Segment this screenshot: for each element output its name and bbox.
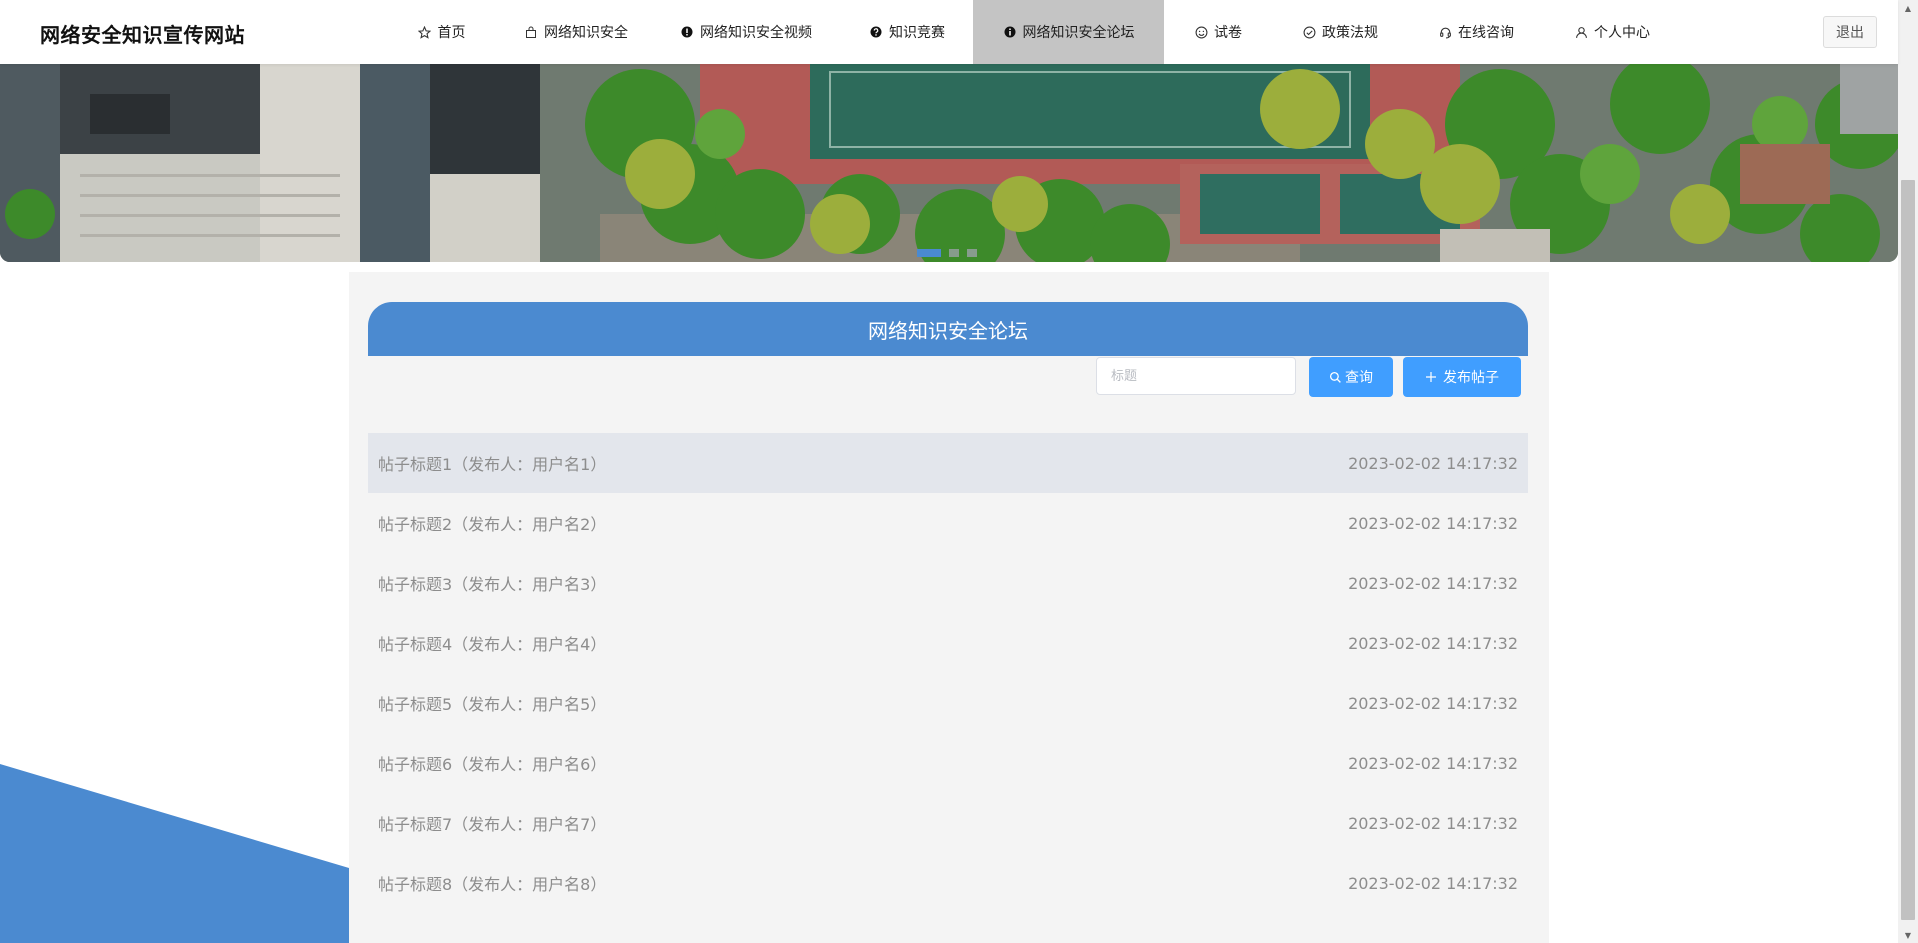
search-title-input[interactable] (1096, 357, 1296, 395)
list-item[interactable]: 帖子标题2（发布人：用户名2） 2023-02-02 14:17:32 (368, 493, 1528, 553)
list-item[interactable]: 帖子标题1（发布人：用户名1） 2023-02-02 14:17:32 (368, 433, 1528, 493)
search-button-label: 查询 (1345, 370, 1373, 386)
nav-item-label: 政策法规 (1322, 25, 1378, 41)
nav-item-policies[interactable]: 政策法规 (1272, 0, 1408, 64)
top-navigation-bar: 网络安全知识宣传网站 首页 网络知识安全 网络知识安全视频 知识竞赛 网络知识安… (0, 0, 1898, 64)
main-nav: 首页 网络知识安全 网络知识安全视频 知识竞赛 网络知识安全论坛 试卷 政策法规 (382, 0, 1680, 64)
nav-item-home[interactable]: 首页 (382, 0, 501, 64)
post-time: 2023-02-02 14:17:32 (1348, 753, 1518, 773)
publish-post-button[interactable]: 发布帖子 (1403, 357, 1521, 397)
post-time: 2023-02-02 14:17:32 (1348, 453, 1518, 473)
question-icon (869, 25, 883, 39)
nav-item-label: 知识竞赛 (889, 25, 945, 41)
nav-item-label: 在线咨询 (1458, 25, 1514, 41)
forum-panel: 网络知识安全论坛 查询 发布帖子 帖子标题1（发布人：用户名1） 2023-02-… (349, 272, 1549, 943)
decorative-triangle (0, 764, 349, 943)
carousel-dot-1[interactable] (917, 249, 941, 257)
nav-item-security-videos[interactable]: 网络知识安全视频 (651, 0, 841, 64)
user-icon (1574, 25, 1588, 39)
banner-carousel[interactable] (0, 64, 1898, 262)
list-item[interactable]: 帖子标题8（发布人：用户名8） 2023-02-02 14:17:32 (368, 853, 1528, 913)
post-time: 2023-02-02 14:17:32 (1348, 873, 1518, 893)
list-item[interactable]: 帖子标题6（发布人：用户名6） 2023-02-02 14:17:32 (368, 733, 1528, 793)
bag-icon (524, 25, 538, 39)
nav-item-label: 网络知识安全 (544, 25, 628, 41)
nav-item-profile[interactable]: 个人中心 (1544, 0, 1680, 64)
nav-item-label: 网络知识安全视频 (700, 25, 812, 41)
check-circle-icon (1302, 25, 1316, 39)
list-item[interactable]: 帖子标题7（发布人：用户名7） 2023-02-02 14:17:32 (368, 793, 1528, 853)
publish-post-button-label: 发布帖子 (1443, 370, 1499, 386)
post-time: 2023-02-02 14:17:32 (1348, 693, 1518, 713)
list-item[interactable]: 帖子标题4（发布人：用户名4） 2023-02-02 14:17:32 (368, 613, 1528, 673)
post-title: 帖子标题8（发布人：用户名8） (378, 875, 607, 894)
post-title: 帖子标题4（发布人：用户名4） (378, 635, 607, 654)
carousel-indicators (917, 249, 977, 257)
post-title: 帖子标题2（发布人：用户名2） (378, 515, 607, 534)
nav-item-consult[interactable]: 在线咨询 (1408, 0, 1544, 64)
nav-item-label: 个人中心 (1594, 25, 1650, 41)
nav-item-security-knowledge[interactable]: 网络知识安全 (501, 0, 651, 64)
search-icon (1329, 371, 1342, 384)
scrollbar-thumb[interactable] (1901, 180, 1915, 920)
headset-icon (1438, 25, 1452, 39)
smile-icon (1194, 25, 1208, 39)
site-title[interactable]: 网络安全知识宣传网站 (40, 19, 245, 48)
forum-heading: 网络知识安全论坛 (368, 302, 1528, 356)
plus-icon (1425, 371, 1437, 383)
scroll-up-arrow-icon[interactable]: ▲ (1898, 0, 1918, 16)
banner-image (0, 64, 1898, 262)
nav-item-quiz[interactable]: 知识竞赛 (841, 0, 973, 64)
exclamation-icon (680, 25, 694, 39)
post-title: 帖子标题1（发布人：用户名1） (378, 455, 607, 474)
nav-item-label: 网络知识安全论坛 (1022, 25, 1135, 41)
post-time: 2023-02-02 14:17:32 (1348, 813, 1518, 833)
nav-item-forum[interactable]: 网络知识安全论坛 (973, 0, 1164, 64)
nav-item-label: 首页 (437, 25, 466, 41)
post-time: 2023-02-02 14:17:32 (1348, 513, 1518, 533)
post-title: 帖子标题7（发布人：用户名7） (378, 815, 607, 834)
list-item[interactable]: 帖子标题5（发布人：用户名5） 2023-02-02 14:17:32 (368, 673, 1528, 733)
info-icon (1003, 25, 1017, 39)
search-button[interactable]: 查询 (1309, 357, 1393, 397)
nav-item-exam[interactable]: 试卷 (1164, 0, 1272, 64)
post-time: 2023-02-02 14:17:32 (1348, 573, 1518, 593)
post-time: 2023-02-02 14:17:32 (1348, 633, 1518, 653)
post-list: 帖子标题1（发布人：用户名1） 2023-02-02 14:17:32 帖子标题2… (368, 433, 1528, 913)
logout-button[interactable]: 退出 (1823, 16, 1877, 48)
carousel-dot-3[interactable] (967, 249, 977, 257)
star-icon (418, 25, 432, 39)
carousel-dot-2[interactable] (949, 249, 959, 257)
post-title: 帖子标题3（发布人：用户名3） (378, 575, 607, 594)
post-title: 帖子标题6（发布人：用户名6） (378, 755, 607, 774)
post-title: 帖子标题5（发布人：用户名5） (378, 695, 607, 714)
list-item[interactable]: 帖子标题3（发布人：用户名3） 2023-02-02 14:17:32 (368, 553, 1528, 613)
nav-item-label: 试卷 (1214, 25, 1242, 41)
scroll-down-arrow-icon[interactable]: ▼ (1898, 927, 1918, 943)
